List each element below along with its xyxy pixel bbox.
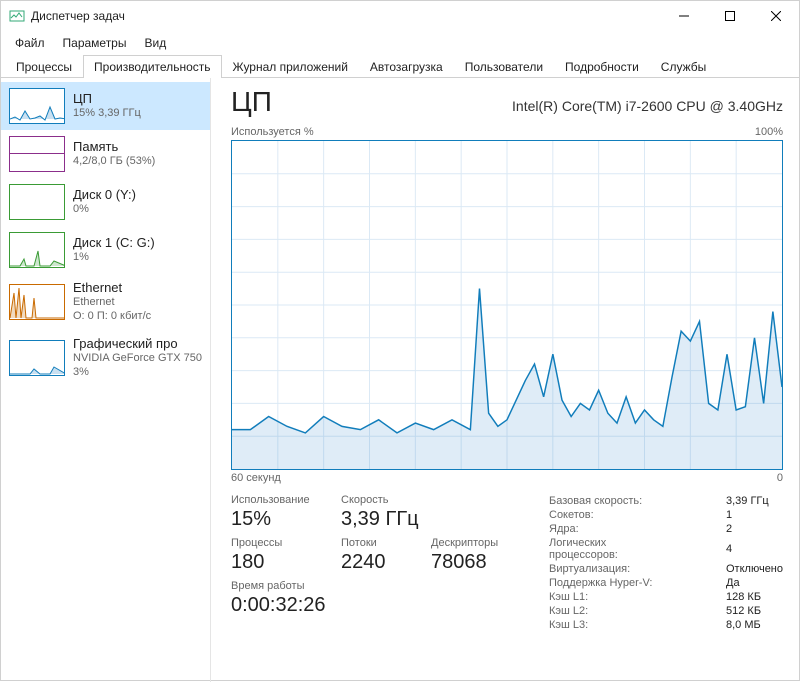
tab-app-history[interactable]: Журнал приложений	[222, 55, 359, 78]
l2-k: Кэш L2:	[549, 604, 726, 618]
title-bar: Диспетчер задач	[1, 1, 799, 31]
disk1-thumb	[9, 232, 65, 268]
close-icon	[771, 11, 781, 21]
l3-k: Кэш L3:	[549, 618, 726, 632]
window-title: Диспетчер задач	[31, 9, 661, 23]
sidebar-item-cpu[interactable]: ЦП 15% 3,39 ГГц	[1, 82, 210, 130]
virt-v: Отключено	[726, 562, 783, 576]
menu-options[interactable]: Параметры	[55, 33, 135, 53]
usage-label: Использование	[231, 494, 321, 506]
tab-processes[interactable]: Процессы	[5, 55, 83, 78]
sidebar-gpu-sub: NVIDIA GeForce GTX 750	[73, 352, 202, 366]
l3-v: 8,0 МБ	[726, 618, 783, 632]
memory-thumb	[9, 136, 65, 172]
axis-top-left: Используется %	[231, 126, 314, 138]
handles-label: Дескрипторы	[431, 537, 521, 549]
handles-value: 78068	[431, 551, 521, 574]
tab-startup[interactable]: Автозагрузка	[359, 55, 454, 78]
l1-v: 128 КБ	[726, 590, 783, 604]
maximize-button[interactable]	[707, 1, 753, 31]
axis-top-right: 100%	[755, 126, 783, 138]
sidebar-gpu-sub2: 3%	[73, 366, 202, 380]
menu-view[interactable]: Вид	[136, 33, 174, 53]
uptime-label: Время работы	[231, 580, 521, 592]
sidebar-memory-title: Память	[73, 139, 155, 155]
tab-users[interactable]: Пользователи	[454, 55, 554, 78]
app-icon	[9, 8, 25, 24]
l1-k: Кэш L1:	[549, 590, 726, 604]
cpu-thumb	[9, 88, 65, 124]
disk0-thumb	[9, 184, 65, 220]
sidebar-eth-sub2: О: 0 П: 0 кбит/с	[73, 310, 151, 324]
threads-value: 2240	[341, 551, 411, 574]
ethernet-thumb	[9, 284, 65, 320]
tab-services[interactable]: Службы	[650, 55, 717, 78]
sidebar-gpu-title: Графический про	[73, 336, 202, 352]
axis-bottom-left: 60 секунд	[231, 472, 281, 484]
speed-value: 3,39 ГГц	[341, 508, 431, 531]
sidebar-disk0-sub: 0%	[73, 203, 136, 217]
tab-bar: Процессы Производительность Журнал прило…	[1, 55, 799, 78]
sidebar-item-disk1[interactable]: Диск 1 (C: G:) 1%	[1, 226, 210, 274]
sidebar-cpu-sub: 15% 3,39 ГГц	[73, 107, 141, 121]
hyperv-v: Да	[726, 576, 783, 590]
cores-v: 2	[726, 522, 783, 536]
sockets-k: Сокетов:	[549, 508, 726, 522]
sidebar: ЦП 15% 3,39 ГГц Память 4,2/8,0 ГБ (53%) …	[1, 78, 211, 682]
cpu-chart[interactable]	[231, 140, 783, 470]
lprocs-k: Логических процессоров:	[549, 536, 726, 562]
cores-k: Ядра:	[549, 522, 726, 536]
procs-label: Процессы	[231, 537, 321, 549]
minimize-icon	[679, 11, 689, 21]
threads-label: Потоки	[341, 537, 411, 549]
sidebar-eth-sub: Ethernet	[73, 296, 151, 310]
speed-label: Скорость	[341, 494, 431, 506]
procs-value: 180	[231, 551, 321, 574]
sidebar-disk0-title: Диск 0 (Y:)	[73, 187, 136, 203]
lprocs-v: 4	[726, 536, 783, 562]
stats-right: Базовая скорость:3,39 ГГц Сокетов:1 Ядра…	[549, 494, 783, 632]
l2-v: 512 КБ	[726, 604, 783, 618]
tab-performance[interactable]: Производительность	[83, 55, 221, 78]
sidebar-eth-title: Ethernet	[73, 280, 151, 296]
page-title: ЦП	[231, 86, 272, 118]
menu-bar: Файл Параметры Вид	[1, 31, 799, 55]
sidebar-disk1-sub: 1%	[73, 251, 155, 265]
close-button[interactable]	[753, 1, 799, 31]
sidebar-item-gpu[interactable]: Графический про NVIDIA GeForce GTX 750 3…	[1, 330, 210, 386]
menu-file[interactable]: Файл	[7, 33, 53, 53]
minimize-button[interactable]	[661, 1, 707, 31]
sidebar-item-ethernet[interactable]: Ethernet Ethernet О: 0 П: 0 кбит/с	[1, 274, 210, 330]
sidebar-disk1-title: Диск 1 (C: G:)	[73, 235, 155, 251]
virt-k: Виртуализация:	[549, 562, 726, 576]
base-speed-v: 3,39 ГГц	[726, 494, 783, 508]
sidebar-cpu-title: ЦП	[73, 91, 141, 107]
base-speed-k: Базовая скорость:	[549, 494, 726, 508]
hyperv-k: Поддержка Hyper-V:	[549, 576, 726, 590]
sidebar-item-memory[interactable]: Память 4,2/8,0 ГБ (53%)	[1, 130, 210, 178]
cpu-name: Intel(R) Core(TM) i7-2600 CPU @ 3.40GHz	[512, 98, 783, 114]
sockets-v: 1	[726, 508, 783, 522]
sidebar-item-disk0[interactable]: Диск 0 (Y:) 0%	[1, 178, 210, 226]
axis-bottom-right: 0	[777, 472, 783, 484]
maximize-icon	[725, 11, 735, 21]
usage-value: 15%	[231, 508, 321, 531]
gpu-thumb	[9, 340, 65, 376]
tab-details[interactable]: Подробности	[554, 55, 650, 78]
main-panel: ЦП Intel(R) Core(TM) i7-2600 CPU @ 3.40G…	[211, 78, 799, 682]
sidebar-memory-sub: 4,2/8,0 ГБ (53%)	[73, 155, 155, 169]
uptime-value: 0:00:32:26	[231, 594, 521, 617]
